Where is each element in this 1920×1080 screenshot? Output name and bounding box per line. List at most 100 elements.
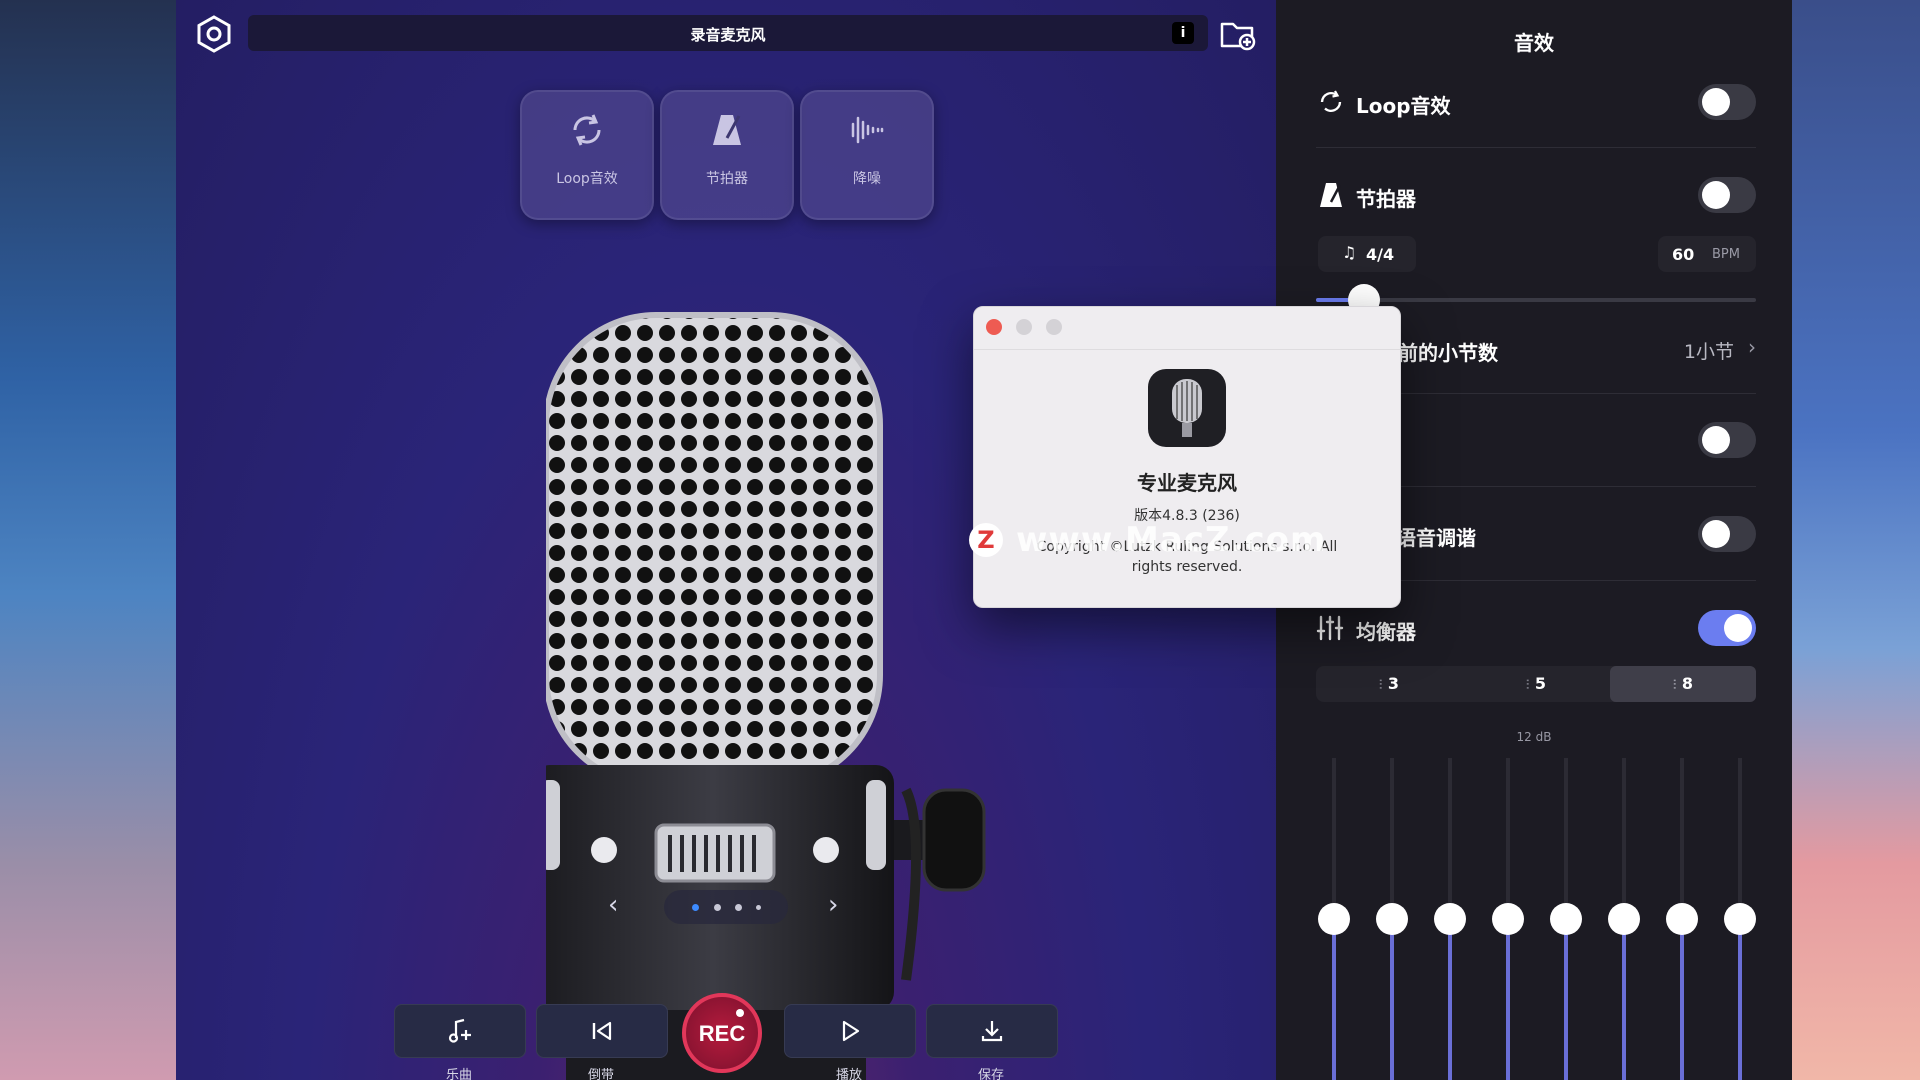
app-window: 录音麦克风 i Loop音效 节拍器 降噪 ‹ › 乐曲 倒带 REC 播放 保…	[176, 0, 1792, 1080]
metronome-tile[interactable]: 节拍器	[660, 90, 794, 220]
bpm-chip[interactable]: 60 BPM	[1658, 236, 1756, 272]
rewind-button[interactable]	[536, 1004, 668, 1058]
equalizer-db-label: 12 dB	[1516, 730, 1552, 744]
page-dot	[714, 904, 721, 911]
desktop-wallpaper-left	[0, 0, 176, 1080]
tempo-slider[interactable]	[1316, 284, 1756, 316]
record-button[interactable]: REC	[682, 993, 762, 1073]
eq-band-knob[interactable]	[1666, 903, 1698, 935]
metronome-icon	[713, 115, 741, 145]
play-button[interactable]	[784, 1004, 916, 1058]
app-name: 专业麦克风	[1137, 471, 1237, 495]
add-folder-icon[interactable]	[1218, 14, 1258, 54]
metronome-label: 节拍器	[706, 171, 748, 187]
eq-band-fill	[1622, 919, 1626, 1080]
add-song-button[interactable]	[394, 1004, 526, 1058]
toggle-knob	[1702, 520, 1730, 548]
panel-title: 音效	[1514, 31, 1554, 55]
metronome-toggle[interactable]	[1698, 177, 1756, 213]
band-slider-icon: ⫶	[1673, 678, 1677, 693]
microphone-icon	[1172, 379, 1202, 437]
eq-band-fill	[1332, 919, 1336, 1080]
loop-effect-label: Loop音效	[1356, 94, 1451, 118]
minimize-window-button[interactable]	[1016, 319, 1032, 335]
loop-effect-label: Loop音效	[556, 171, 618, 187]
time-signature-value: 4/4	[1366, 245, 1395, 264]
equalizer-toggle[interactable]	[1698, 610, 1756, 646]
record-indicator-dot	[736, 1009, 744, 1017]
record-label: REC	[698, 1021, 746, 1046]
band-option-8[interactable]: ⫶ 8	[1610, 666, 1756, 702]
music-note-icon: ♫	[1342, 243, 1357, 262]
eq-band-knob[interactable]	[1318, 903, 1350, 935]
loop-icon	[1320, 90, 1342, 112]
copyright-line: rights reserved.	[1131, 559, 1243, 575]
band-option-3[interactable]: ⫶ 3	[1316, 666, 1462, 702]
eq-band-fill	[1448, 919, 1452, 1080]
eq-band-knob[interactable]	[1550, 903, 1582, 935]
noise-reduction-label: 降噪	[853, 171, 881, 187]
zoom-window-button[interactable]	[1046, 319, 1062, 335]
page-dot-active	[692, 904, 699, 911]
noise-reduction-icon	[851, 116, 884, 144]
mic-page-indicator	[664, 890, 788, 924]
toggle-knob	[1702, 88, 1730, 116]
eq-band-knob[interactable]	[1492, 903, 1524, 935]
close-window-button[interactable]	[986, 319, 1002, 335]
divider	[1316, 147, 1756, 148]
metronome-label: 节拍器	[1356, 187, 1416, 211]
noise-reduction-tile[interactable]: 降噪	[800, 90, 934, 220]
eq-band-knob[interactable]	[1434, 903, 1466, 935]
add-song-label: 乐曲	[445, 1068, 472, 1080]
bpm-value: 60	[1672, 245, 1695, 264]
desktop-wallpaper-right	[1792, 0, 1920, 1080]
rewind-label: 倒带	[587, 1068, 614, 1080]
toggle-knob	[1702, 426, 1730, 454]
metronome-row: 节拍器	[1316, 175, 1756, 215]
previous-mic-button[interactable]: ‹	[608, 890, 618, 920]
eq-band-knob[interactable]	[1376, 903, 1408, 935]
equalizer-icon	[1316, 615, 1344, 641]
bpm-unit: BPM	[1712, 247, 1740, 262]
app-icon	[1148, 369, 1226, 447]
title-bar: 录音麦克风 i	[248, 15, 1208, 51]
time-signature-chip[interactable]: ♫ 4/4	[1318, 236, 1416, 272]
metronome-icon	[1320, 183, 1342, 207]
eq-band-fill	[1680, 919, 1684, 1080]
equalizer-row: 均衡器	[1316, 608, 1756, 648]
band-option-label: 5	[1534, 674, 1546, 693]
noise-reduction-toggle[interactable]	[1698, 422, 1756, 458]
loop-effect-tile[interactable]: Loop音效	[520, 90, 654, 220]
next-mic-button[interactable]: ›	[828, 890, 838, 920]
chevron-right-icon: ›	[1748, 335, 1756, 359]
info-button[interactable]: i	[1172, 22, 1194, 44]
window-title: 录音麦克风	[690, 26, 766, 44]
settings-icon[interactable]	[194, 14, 234, 54]
band-option-label: 8	[1681, 674, 1693, 693]
count-in-value: 1小节	[1683, 341, 1734, 363]
loop-toggle[interactable]	[1698, 84, 1756, 120]
about-dialog: 专业麦克风 版本4.8.3 (236) Copyright ©Lutzk Rul…	[973, 306, 1401, 608]
loop-effect-row: Loop音效	[1316, 82, 1756, 122]
download-icon	[981, 1021, 1003, 1042]
watermark-text: www.MacZ.com	[1016, 520, 1327, 560]
page-dot	[756, 905, 761, 910]
watermark-logo: Z	[969, 523, 1003, 557]
toggle-knob	[1702, 181, 1730, 209]
equalizer-label: 均衡器	[1356, 620, 1416, 644]
eq-band-knob[interactable]	[1608, 903, 1640, 935]
play-label: 播放	[835, 1068, 862, 1080]
music-add-icon	[448, 1018, 471, 1043]
autotune-toggle[interactable]	[1698, 516, 1756, 552]
dialog-titlebar	[974, 307, 1400, 350]
eq-band-knob[interactable]	[1724, 903, 1756, 935]
band-slider-icon: ⫶	[1526, 678, 1530, 693]
rewind-icon	[592, 1021, 612, 1041]
save-button[interactable]	[926, 1004, 1058, 1058]
toggle-knob	[1724, 614, 1752, 642]
eq-band-fill	[1506, 919, 1510, 1080]
eq-band-fill	[1738, 919, 1742, 1080]
band-option-5[interactable]: ⫶ 5	[1463, 666, 1609, 702]
eq-band-fill	[1390, 919, 1394, 1080]
play-icon	[842, 1020, 860, 1042]
